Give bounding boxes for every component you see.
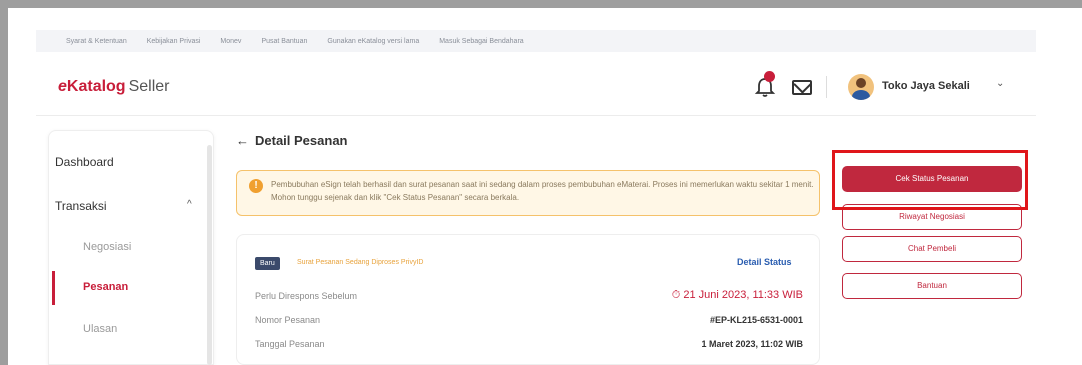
link-syarat[interactable]: Syarat & Ketentuan [66,38,127,45]
detail-status-link[interactable]: Detail Status [737,257,792,267]
avatar[interactable] [848,74,874,100]
screenshot-top-border [0,0,1082,8]
logo-mark: e [58,78,67,95]
header-divider [826,76,827,98]
logo-sub: Seller [128,78,170,95]
warning-icon: ! [249,179,263,193]
back-arrow-icon[interactable]: ← [236,133,249,148]
link-ekatalog-lama[interactable]: Gunakan eKatalog versi lama [327,38,419,45]
row-label-order-date: Tanggal Pesanan [255,339,325,349]
highlight-box [832,150,1028,210]
bantuan-button[interactable]: Bantuan [842,273,1022,299]
logo-name: Katalog [66,78,126,95]
status-badge: Baru [255,257,280,270]
sidebar-item-pesanan[interactable]: Pesanan [83,281,128,293]
ekatalog-logo[interactable]: eKatalog Seller [58,78,169,96]
page-title-text: Detail Pesanan [255,133,348,148]
mail-icon[interactable] [792,80,812,95]
row-value-order-number: #EP-KL215-6531-0001 [709,315,803,325]
info-alert: ! Pembubuhan eSign telah berhasil dan su… [236,170,820,216]
alert-text: Pembubuhan eSign telah berhasil dan sura… [271,180,814,202]
sidebar-item-dashboard[interactable]: Dashboard [55,155,114,169]
chat-pembeli-button[interactable]: Chat Pembeli [842,236,1022,262]
screenshot-left-border [0,0,8,365]
sidebar: Dashboard Transaksi ^ Negosiasi Pesanan … [48,130,214,365]
row-value-deadline: ⏱ 21 Juni 2023, 11:33 WIB [671,289,803,301]
active-indicator [52,271,55,305]
sidebar-item-negosiasi[interactable]: Negosiasi [83,241,131,253]
page-title: ← Detail Pesanan [236,133,348,148]
link-kebijakan[interactable]: Kebijakan Privasi [147,38,201,45]
chevron-down-icon[interactable]: ⌄ [996,78,1004,89]
row-label-order-number: Nomor Pesanan [255,315,321,325]
link-pusat-bantuan[interactable]: Pusat Bantuan [261,38,307,45]
sidebar-scrollbar[interactable] [207,145,212,365]
username[interactable]: Toko Jaya Sekali [882,80,970,92]
link-bendahara[interactable]: Masuk Sebagai Bendahara [439,38,523,45]
notification-badge [764,71,775,82]
app-header: eKatalog Seller Toko Jaya Sekali ⌄ [36,58,1036,116]
link-monev[interactable]: Monev [220,38,241,45]
site-links-bar: Syarat & Ketentuan Kebijakan Privasi Mon… [36,30,1036,52]
row-label-deadline: Perlu Direspons Sebelum [255,291,358,301]
sidebar-item-ulasan[interactable]: Ulasan [83,323,117,335]
chevron-up-icon[interactable]: ^ [187,199,192,210]
sidebar-item-transaksi[interactable]: Transaksi [55,199,107,213]
status-text: Surat Pesanan Sedang Diproses PrivyID [297,259,424,266]
row-value-order-date: 1 Maret 2023, 11:02 WIB [701,339,803,349]
order-card: Baru Surat Pesanan Sedang Diproses Privy… [236,234,820,365]
